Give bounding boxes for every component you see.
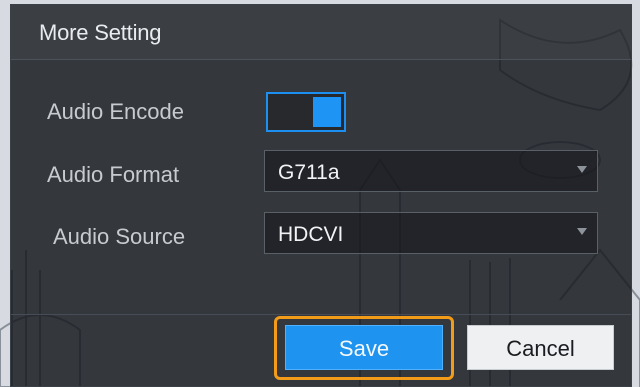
audio-format-select[interactable]: G711a: [264, 150, 598, 192]
audio-source-label: Audio Source: [53, 224, 186, 249]
audio-format-label: Audio Format: [47, 162, 180, 187]
save-button[interactable]: Save: [285, 325, 443, 370]
footer-divider: [11, 314, 631, 315]
audio-encode-label: Audio Encode: [47, 99, 184, 124]
audio-source-select[interactable]: HDCVI: [264, 212, 598, 254]
dialog-header: More Setting: [11, 5, 631, 60]
audio-source-value: HDCVI: [278, 223, 344, 246]
dialog-title: More Setting: [39, 20, 162, 45]
audio-encode-toggle[interactable]: [266, 92, 346, 132]
cancel-button[interactable]: Cancel: [467, 325, 614, 370]
audio-format-value: G711a: [278, 161, 340, 184]
chevron-down-icon: [577, 166, 587, 173]
chevron-down-icon: [577, 228, 587, 235]
toggle-knob: [313, 97, 341, 127]
